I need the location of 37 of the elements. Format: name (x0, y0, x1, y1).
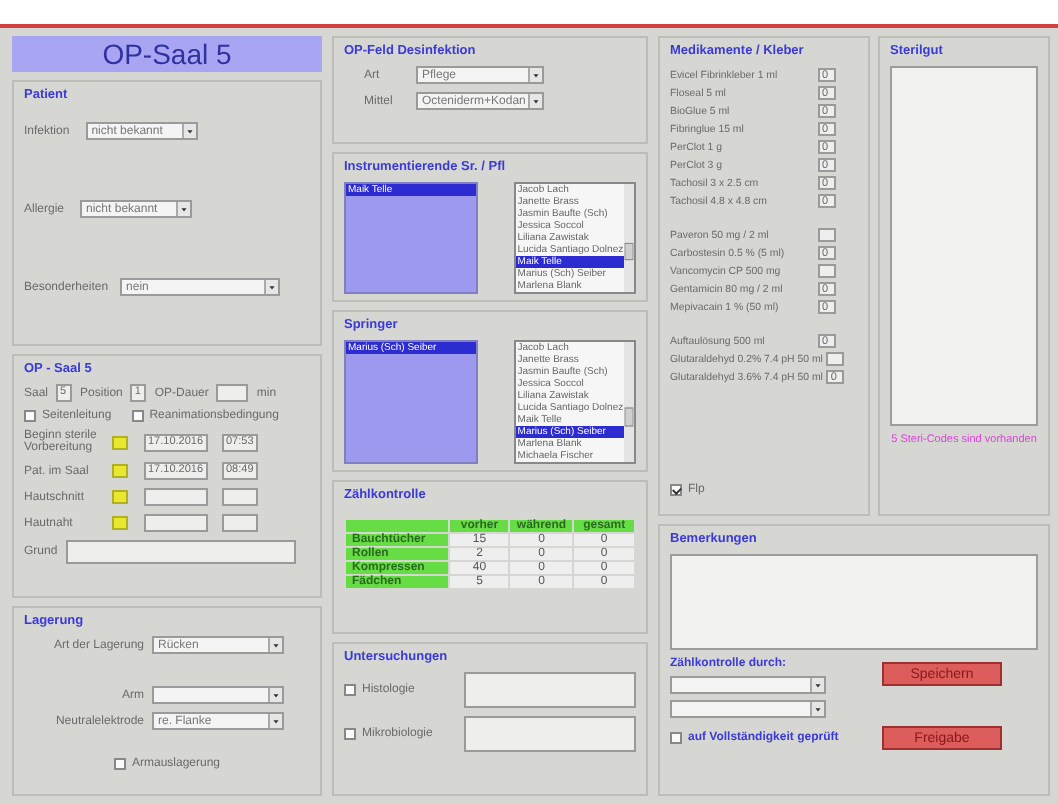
caret-icon (268, 714, 282, 728)
text-area[interactable] (464, 716, 636, 752)
caret-icon (176, 202, 191, 216)
time-field[interactable] (222, 488, 258, 506)
caret-icon (181, 124, 196, 138)
caret-icon (268, 638, 282, 652)
input-field[interactable] (65, 540, 296, 564)
text-area[interactable] (890, 66, 1038, 426)
caret-icon (528, 68, 542, 82)
text-area[interactable] (670, 554, 1038, 650)
input-field[interactable] (216, 384, 249, 402)
window-title: OP-Saal 5 (12, 36, 322, 72)
checkbox[interactable] (344, 684, 356, 696)
scrollbar[interactable] (624, 184, 634, 292)
caret-icon (810, 702, 824, 716)
time-field[interactable] (222, 514, 258, 532)
date-field[interactable] (144, 488, 208, 506)
checkbox[interactable] (24, 410, 36, 422)
text-area[interactable] (464, 672, 636, 708)
caret-icon (264, 280, 279, 294)
checkbox[interactable] (344, 728, 356, 740)
caret-icon (810, 678, 824, 692)
table-header (345, 519, 450, 533)
scrollbar[interactable] (624, 342, 634, 462)
checkbox[interactable] (670, 732, 682, 744)
caret-icon (528, 94, 542, 108)
dropdown[interactable] (670, 676, 826, 694)
dropdown[interactable] (152, 686, 284, 704)
checkbox[interactable] (113, 758, 126, 770)
dropdown[interactable] (670, 700, 826, 718)
quantity-field[interactable] (818, 264, 836, 278)
caret-icon (268, 688, 282, 702)
checkbox[interactable] (131, 410, 144, 422)
quantity-field[interactable] (818, 228, 836, 242)
quantity-field[interactable] (826, 352, 845, 366)
date-field[interactable] (144, 514, 208, 532)
checkbox[interactable] (670, 484, 682, 496)
